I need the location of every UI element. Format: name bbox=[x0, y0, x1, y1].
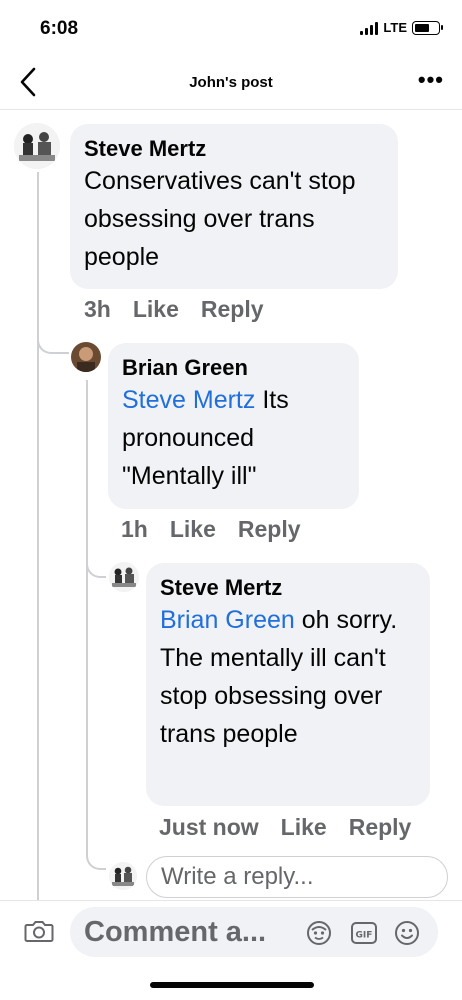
like-button[interactable]: Like bbox=[281, 814, 327, 841]
comment-bubble: Brian Green Steve Mertz Its pronounced "… bbox=[108, 343, 359, 509]
comment-bubble: Steve Mertz Brian Green oh sorry. The me… bbox=[146, 563, 430, 806]
svg-text:GIF: GIF bbox=[356, 931, 373, 941]
comment-bubble: Steve Mertz Conservatives can't stop obs… bbox=[70, 124, 398, 289]
avatar-image bbox=[71, 342, 101, 372]
comment-actions: Just now Like Reply bbox=[159, 814, 411, 841]
reply-input[interactable]: Write a reply... bbox=[146, 856, 448, 898]
page-title: John's post bbox=[189, 74, 273, 91]
avatar[interactable] bbox=[14, 123, 60, 169]
avatar bbox=[109, 862, 137, 890]
comment-author[interactable]: Steve Mertz bbox=[160, 575, 416, 601]
avatar[interactable] bbox=[109, 562, 139, 592]
comment-input[interactable]: Comment a... GIF bbox=[70, 907, 438, 957]
gif-icon[interactable]: GIF bbox=[350, 920, 378, 946]
avatar-image bbox=[109, 562, 139, 592]
avatar-image bbox=[14, 123, 60, 169]
more-icon[interactable]: ••• bbox=[418, 67, 444, 93]
thread-connector bbox=[86, 848, 106, 870]
comment-author[interactable]: Steve Mertz bbox=[84, 136, 384, 162]
reply-button[interactable]: Reply bbox=[238, 516, 301, 543]
comment-author[interactable]: Brian Green bbox=[122, 355, 345, 381]
comment-text: Conservatives can't stop obsessing over … bbox=[84, 162, 384, 276]
comment-placeholder: Comment a... bbox=[84, 916, 267, 948]
status-bar: 6:08 LTE bbox=[0, 0, 462, 50]
thread-line bbox=[86, 380, 88, 850]
thread-connector bbox=[86, 556, 106, 578]
mention-link[interactable]: Brian Green bbox=[160, 606, 295, 634]
post-header: John's post ••• bbox=[0, 55, 462, 110]
comment-actions: 3h Like Reply bbox=[84, 296, 264, 323]
comment-text: Steve Mertz Its pronounced "Mentally ill… bbox=[122, 381, 345, 495]
mention-link[interactable]: Steve Mertz bbox=[122, 386, 255, 414]
status-icons: LTE bbox=[360, 20, 443, 35]
comment-text: Brian Green oh sorry. The mentally ill c… bbox=[160, 601, 416, 753]
avatar-sticker-icon[interactable] bbox=[306, 920, 332, 946]
thread-line bbox=[37, 172, 39, 900]
emoji-icon[interactable] bbox=[394, 920, 420, 946]
status-time: 6:08 bbox=[40, 18, 79, 39]
camera-icon bbox=[24, 921, 54, 942]
comment-time[interactable]: 1h bbox=[121, 516, 148, 543]
battery-icon bbox=[412, 20, 443, 35]
like-button[interactable]: Like bbox=[170, 516, 216, 543]
comment-time[interactable]: 3h bbox=[84, 296, 111, 323]
like-button[interactable]: Like bbox=[133, 296, 179, 323]
camera-button[interactable] bbox=[24, 918, 54, 949]
thread-connector bbox=[37, 330, 69, 354]
reply-button[interactable]: Reply bbox=[201, 296, 264, 323]
network-label: LTE bbox=[383, 20, 407, 35]
avatar-image bbox=[109, 862, 137, 890]
signal-icon bbox=[360, 21, 379, 35]
home-indicator[interactable] bbox=[150, 982, 314, 988]
avatar[interactable] bbox=[71, 342, 101, 372]
reply-button[interactable]: Reply bbox=[349, 814, 412, 841]
comment-actions: 1h Like Reply bbox=[121, 516, 301, 543]
comment-time[interactable]: Just now bbox=[159, 814, 259, 841]
comment-body: Conservatives can't stop obsessing over … bbox=[84, 167, 356, 271]
